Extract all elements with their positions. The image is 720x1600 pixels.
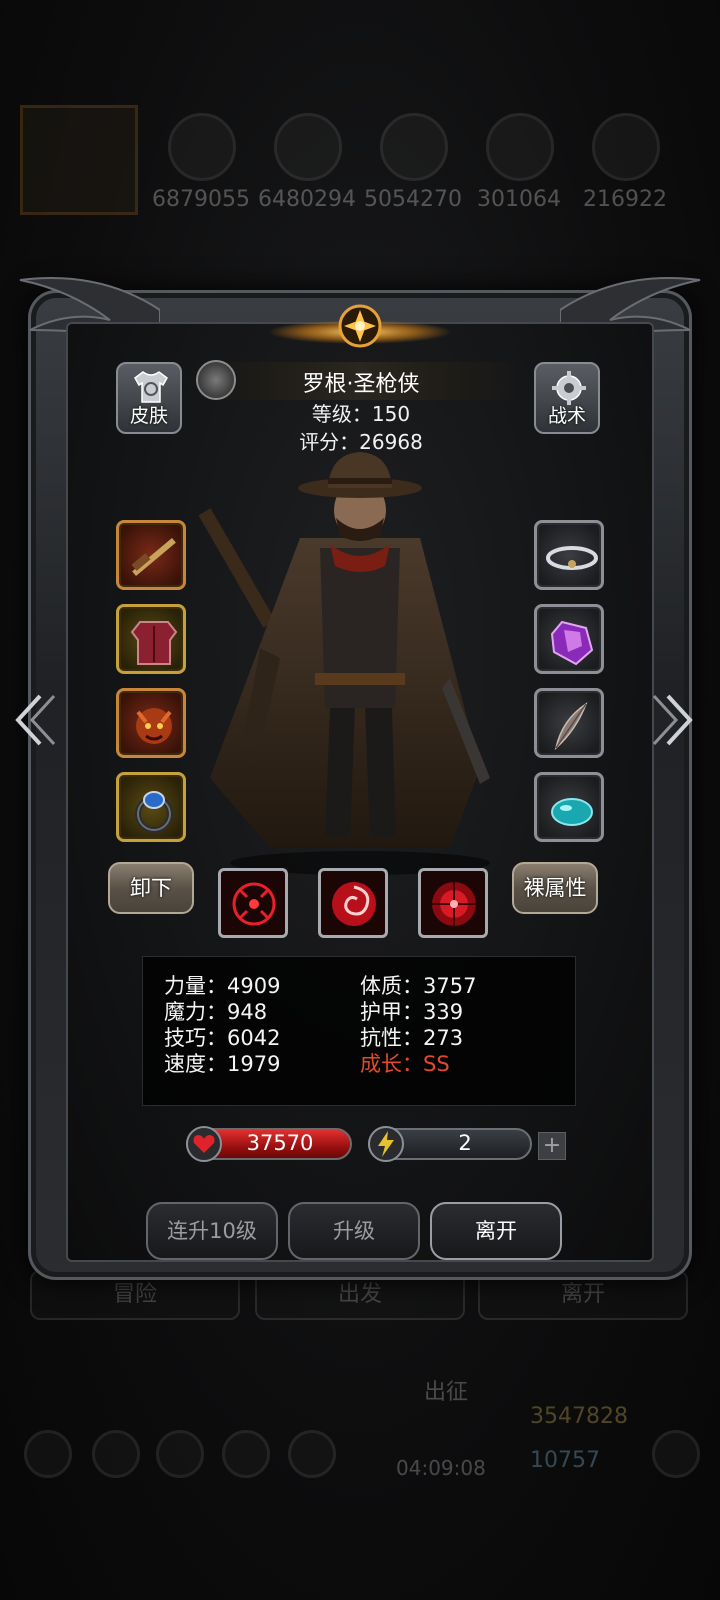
demon-charm-icon <box>136 708 172 744</box>
equip-slot-gem[interactable] <box>534 772 604 842</box>
base-attributes-button[interactable]: 裸属性 <box>512 862 598 914</box>
background-resource-value: 301064 <box>477 187 561 212</box>
upgrade-10-levels-button[interactable]: 连升10级 <box>146 1202 278 1260</box>
equip-slot-feather[interactable] <box>534 688 604 758</box>
add-energy-button[interactable]: + <box>538 1132 566 1160</box>
hero-level: 等级：150 <box>311 402 411 426</box>
background-gem-value: 10757 <box>530 1448 600 1473</box>
teal-gem-icon <box>551 798 593 826</box>
background-gold-value: 3547828 <box>530 1404 628 1429</box>
background-resource-icon <box>592 113 660 181</box>
background-menu-icon <box>24 1430 72 1478</box>
rifle-icon <box>131 537 176 577</box>
skill-slot-3[interactable] <box>418 868 488 938</box>
tactics-button[interactable]: 战术 <box>534 362 600 434</box>
skin-button-label: 皮肤 <box>129 405 168 427</box>
hero-portrait <box>198 452 490 875</box>
equip-slot-crystal[interactable] <box>534 604 604 674</box>
background-resource-value: 216922 <box>583 187 667 212</box>
hp-value: 37570 <box>246 1131 314 1155</box>
skill-slot-1[interactable] <box>218 868 288 938</box>
background-resource-icon <box>380 113 448 181</box>
energy-value: 2 <box>458 1131 472 1155</box>
background-resource-bar: 6879055 6480294 5054270 301064 216922 <box>20 105 700 225</box>
background-resource-value: 6480294 <box>258 187 356 212</box>
hero-class-badge-icon[interactable] <box>196 360 236 400</box>
sun-emblem-icon <box>268 304 452 348</box>
background-dispatch-label: 出征 <box>424 1380 469 1405</box>
shirt-icon <box>134 371 168 403</box>
unequip-button[interactable]: 卸下 <box>108 862 194 914</box>
leave-button[interactable]: 离开 <box>430 1202 562 1260</box>
lightning-icon <box>368 1126 404 1162</box>
skill-slot-2[interactable] <box>318 868 388 938</box>
background-resource-value: 6879055 <box>152 187 250 212</box>
background-menu-icon <box>652 1430 700 1478</box>
background-menu-icon <box>222 1430 270 1478</box>
vortex-skill-icon <box>332 882 376 926</box>
background-resource-icon <box>486 113 554 181</box>
heart-icon <box>186 1126 222 1162</box>
background-menu-icon <box>288 1430 336 1478</box>
equip-slot-halo[interactable] <box>534 520 604 590</box>
skin-button[interactable]: 皮肤 <box>116 362 182 434</box>
target-skill-icon <box>431 881 477 927</box>
background-resource-value: 5054270 <box>364 187 462 212</box>
background-menu-icon <box>156 1430 204 1478</box>
upgrade-button[interactable]: 升级 <box>288 1202 420 1260</box>
armor-icon <box>130 621 178 665</box>
background-menu-icon <box>92 1430 140 1478</box>
purple-crystal-icon <box>550 620 594 666</box>
background-bottom-area: 冒险 出发 离开 出征 04:09:08 3547828 10757 <box>0 1270 720 1600</box>
background-player-portrait <box>20 105 138 215</box>
stat-speed: 速度：1979 <box>164 1052 281 1076</box>
tactics-button-label: 战术 <box>547 405 586 427</box>
hero-name: 罗根·圣枪侠 <box>302 372 420 397</box>
sapphire-ring-icon <box>135 791 173 833</box>
stat-growth: 成长：SS <box>360 1052 450 1076</box>
crosshair-skill-icon <box>232 882 276 926</box>
equip-slot-ring[interactable] <box>116 772 186 842</box>
background-timer: 04:09:08 <box>396 1456 486 1480</box>
equip-slot-charm[interactable] <box>116 688 186 758</box>
cloud-halo-icon <box>546 546 598 570</box>
feather-icon <box>554 702 588 751</box>
background-resource-icon <box>274 113 342 181</box>
background-resource-icon <box>168 113 236 181</box>
previous-hero-chevron-icon[interactable] <box>10 690 60 750</box>
equip-slot-weapon[interactable] <box>116 520 186 590</box>
equip-slot-armor[interactable] <box>116 604 186 674</box>
next-hero-chevron-icon[interactable] <box>648 690 698 750</box>
